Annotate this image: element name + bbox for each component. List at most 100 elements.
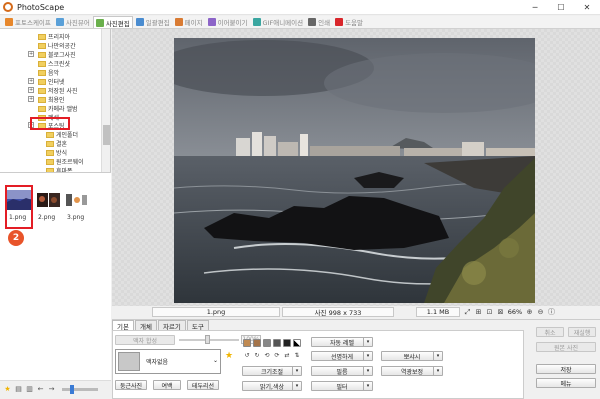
folder-tree-scrollbar[interactable] xyxy=(101,29,110,172)
folder-icon xyxy=(38,78,46,85)
color-dark-icon[interactable] xyxy=(273,339,281,347)
sharpen-button[interactable]: 선명하게 ▾ xyxy=(311,351,373,361)
tab-label: 포토스케이프 xyxy=(15,19,51,27)
undo-rotate-icon[interactable]: ⟲ xyxy=(263,352,271,360)
folder-icon xyxy=(46,140,54,147)
back-arrow-icon[interactable]: ← xyxy=(36,385,45,394)
color-sepia-icon[interactable] xyxy=(253,339,261,347)
backlight-button[interactable]: 역광보정 ▾ xyxy=(381,366,443,376)
expand-icon[interactable]: + xyxy=(28,96,34,102)
fit-screen-icon[interactable]: ⤢ xyxy=(463,308,472,317)
close-button[interactable]: ✕ xyxy=(574,0,600,15)
color-gray-icon[interactable] xyxy=(263,339,271,347)
tab-7[interactable]: 인쇄 xyxy=(306,16,332,28)
redo-rotate-icon[interactable]: ⟳ xyxy=(273,352,281,360)
thumbnail-3-image[interactable] xyxy=(64,190,89,210)
tree-item-label: 결혼 xyxy=(56,141,68,148)
frame-preset-dropdown[interactable]: 액자없음 ⌄ xyxy=(115,349,221,374)
zoom-level: 66% xyxy=(507,308,523,316)
frame-opacity-knob[interactable] xyxy=(205,335,210,344)
photo-canvas[interactable] xyxy=(174,38,535,303)
invert-icon[interactable] xyxy=(293,339,301,347)
flip-icon[interactable]: ⇄ xyxy=(283,352,291,360)
favorite-star-icon[interactable]: ★ xyxy=(225,351,233,361)
tab-0[interactable]: 포토스케이프 xyxy=(3,16,53,28)
step-badge: 2 xyxy=(8,230,24,246)
tree-item[interactable]: 스크린샷 xyxy=(38,59,70,68)
subtab-object[interactable]: 개체 xyxy=(134,320,157,331)
frame-line-button[interactable]: 테두리선 xyxy=(187,380,219,390)
subtab-home[interactable]: 기본 xyxy=(112,320,134,331)
folder-open-icon[interactable]: ▤ xyxy=(14,385,23,394)
tab-label: 사진뷰어 xyxy=(65,19,90,27)
zoom-window-icon[interactable]: ⊠ xyxy=(496,308,505,317)
save-button[interactable]: 저장 xyxy=(536,364,596,374)
actual-size-icon[interactable]: ⊡ xyxy=(485,308,494,317)
resize-button[interactable]: 크기조절 ▾ xyxy=(242,366,302,376)
thumbnail-2-label: 2.png xyxy=(38,214,56,221)
tab-6-icon xyxy=(252,18,261,26)
tree-item[interactable]: 카메라 앨범 xyxy=(38,104,78,113)
slider-knob[interactable] xyxy=(70,385,74,394)
menu-button[interactable]: 메뉴 xyxy=(536,378,596,388)
tree-item[interactable]: 인터넷 xyxy=(38,77,65,86)
tree-item[interactable]: 음악 xyxy=(38,68,59,77)
info-icon[interactable]: ⓘ xyxy=(547,308,556,317)
round-photo-button[interactable]: 둥근사진 xyxy=(115,380,147,390)
tree-item[interactable]: 블로그사진 xyxy=(38,50,76,59)
tree-item[interactable]: 방식 xyxy=(46,148,67,157)
tab-2[interactable]: 사진편집 xyxy=(92,16,133,28)
tab-3[interactable]: 일괄편집 xyxy=(134,16,172,28)
tree-item[interactable]: 최용인 xyxy=(38,95,65,104)
folder-add-icon[interactable]: ▥ xyxy=(25,385,34,394)
minimize-button[interactable]: ─ xyxy=(522,0,548,15)
tree-item[interactable]: 결혼 xyxy=(46,139,67,148)
tab-label: 사진편집 xyxy=(105,19,130,28)
mirror-icon[interactable]: ⇅ xyxy=(293,352,301,360)
thumbnail-size-slider[interactable] xyxy=(62,385,98,394)
maximize-button[interactable]: ☐ xyxy=(548,0,574,15)
status-filename: 1.png xyxy=(152,307,280,317)
bloom-label: 뽀샤시 xyxy=(403,353,421,361)
undo-button[interactable]: 취소 xyxy=(536,327,564,337)
restore-original-button[interactable]: 원본 사진 xyxy=(536,342,596,352)
rotate-left-icon[interactable]: ↺ xyxy=(243,352,251,360)
color-brown-icon[interactable] xyxy=(243,339,251,347)
left-panel-toolbar: ★ ▤ ▥ ← → xyxy=(0,380,111,398)
brightness-color-button[interactable]: 밝기,색상 ▾ xyxy=(242,381,302,391)
subtab-tools[interactable]: 도구 xyxy=(186,320,209,331)
forward-arrow-icon[interactable]: → xyxy=(47,385,56,394)
auto-level-button[interactable]: 자동 레벨 ▾ xyxy=(311,337,373,347)
tree-item[interactable]: 게인폴더 xyxy=(46,130,78,139)
tab-8[interactable]: 도움말 xyxy=(333,16,365,28)
tree-item[interactable]: 프리지아 xyxy=(38,32,70,41)
folder-icon xyxy=(38,105,46,112)
tab-1[interactable]: 사진뷰어 xyxy=(54,16,92,28)
zoom-fit-icon[interactable]: ⊞ xyxy=(474,308,483,317)
color-black-icon[interactable] xyxy=(283,339,291,347)
zoom-in-icon[interactable]: ⊕ xyxy=(525,308,534,317)
thumbnail-2-image[interactable] xyxy=(36,190,61,210)
film-button[interactable]: 필름 ▾ xyxy=(311,366,373,376)
margin-button[interactable]: 여백 xyxy=(153,380,181,390)
bloom-button[interactable]: 뽀샤시 ▾ xyxy=(381,351,443,361)
tree-item[interactable]: 저장된 사진 xyxy=(38,86,78,95)
tree-item[interactable]: 원조르웨이 xyxy=(46,157,84,166)
tab-4[interactable]: 페이지 xyxy=(173,16,205,28)
folder-icon xyxy=(38,42,46,49)
tab-6[interactable]: GIF애니메이션 xyxy=(251,16,306,28)
expand-icon[interactable]: + xyxy=(28,78,34,84)
star-icon[interactable]: ★ xyxy=(3,385,12,394)
chevron-down-icon: ▾ xyxy=(433,367,442,375)
scrollbar-thumb[interactable] xyxy=(103,125,110,145)
rotate-right-icon[interactable]: ↻ xyxy=(253,352,261,360)
subtab-crop[interactable]: 자르기 xyxy=(157,320,186,331)
redo-button[interactable]: 재실행 xyxy=(568,327,596,337)
zoom-out-icon[interactable]: ⊖ xyxy=(536,308,545,317)
frame-compose-button[interactable]: 액자 합성 xyxy=(115,335,175,345)
expand-icon[interactable]: + xyxy=(28,87,34,93)
tab-5[interactable]: 이어붙이기 xyxy=(206,16,250,28)
filter-button[interactable]: 필터 ▾ xyxy=(311,381,373,391)
expand-icon[interactable]: + xyxy=(28,51,34,57)
tree-item[interactable]: 나만의공간 xyxy=(38,41,76,50)
